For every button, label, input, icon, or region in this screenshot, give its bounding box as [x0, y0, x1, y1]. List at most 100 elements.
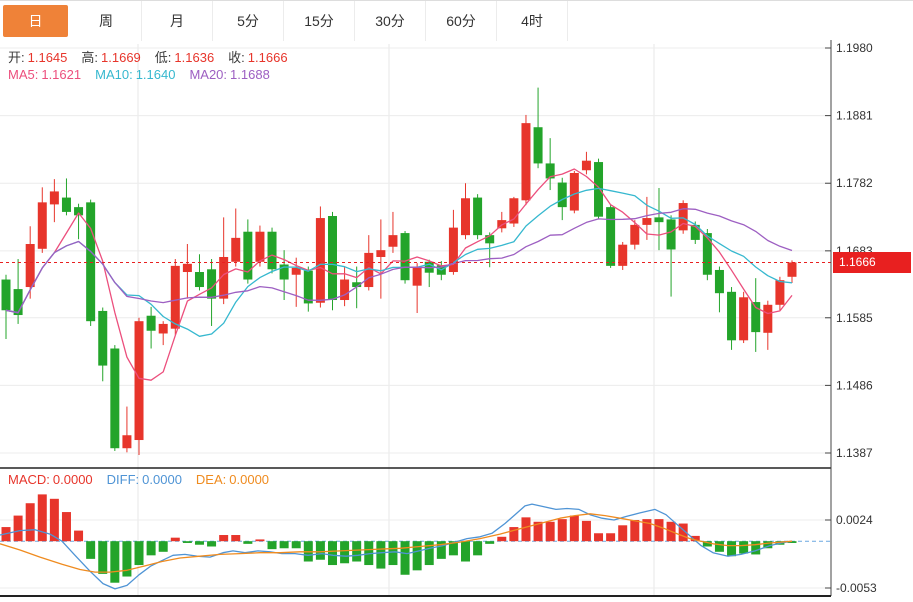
macd-bar	[401, 541, 410, 575]
candle-body	[231, 238, 240, 262]
macd-bar	[98, 541, 107, 574]
macd-value: 0.0000	[53, 472, 93, 487]
macd-bar	[497, 537, 506, 541]
candle-body	[667, 219, 676, 249]
ma-legend: MA5:1.1621MA10:1.1640MA20:1.1688	[8, 67, 284, 82]
y-axis-tick-label: 1.1585	[836, 311, 873, 325]
candle-body	[255, 232, 264, 262]
macd-bar	[147, 541, 156, 555]
candle-body	[775, 280, 784, 305]
ma10-label: MA10:	[95, 67, 133, 82]
candle-body	[401, 233, 410, 280]
macd-bar	[376, 541, 385, 568]
macd-bar	[280, 541, 289, 548]
candle-body	[171, 266, 180, 329]
candle-body	[62, 198, 71, 212]
candle-body	[413, 267, 422, 286]
macd-bar	[183, 541, 192, 543]
y-axis-tick-label: 1.1387	[836, 446, 873, 460]
ma5-line	[6, 169, 792, 380]
candle-body	[570, 173, 579, 211]
macd-bar	[594, 533, 603, 541]
macd-bar	[727, 541, 736, 556]
dea-label: DEA:	[196, 472, 226, 487]
diff-value: 0.0000	[142, 472, 182, 487]
candle-body	[521, 123, 530, 200]
macd-bar	[219, 535, 228, 541]
macd-bar	[630, 520, 639, 541]
macd-bar	[316, 541, 325, 560]
candle-body	[110, 349, 119, 449]
macd-bar	[521, 517, 530, 541]
macd-bar	[14, 516, 23, 542]
macd-bar	[292, 541, 301, 548]
macd-bar	[340, 541, 349, 563]
macd-bar	[461, 541, 470, 561]
candle-body	[630, 225, 639, 245]
candle-body	[38, 202, 47, 248]
ohlc-legend: 开:1.1645高:1.1669低:1.1636收:1.1666	[8, 47, 302, 66]
ma20-label: MA20:	[189, 67, 227, 82]
macd-bar	[715, 541, 724, 552]
macd-bar	[38, 494, 47, 541]
ma20-value: 1.1688	[230, 67, 270, 82]
macd-bar	[654, 519, 663, 541]
macd-bar	[207, 541, 216, 546]
ma5-label: MA5:	[8, 67, 38, 82]
open-value: 1.1645	[28, 50, 68, 65]
low-value: 1.1636	[174, 50, 214, 65]
macd-bar	[171, 538, 180, 542]
candle-body	[340, 280, 349, 300]
candle-body	[606, 207, 615, 266]
high-label: 高:	[81, 50, 98, 65]
macd-bar	[243, 541, 252, 544]
candle-body	[183, 264, 192, 272]
macd-bar	[231, 535, 240, 541]
macd-bar	[74, 531, 83, 542]
macd-bar	[570, 516, 579, 542]
macd-bar	[255, 539, 264, 541]
candle-body	[268, 232, 277, 270]
close-label: 收:	[228, 50, 245, 65]
ma10-value: 1.1640	[136, 67, 176, 82]
y-axis-tick-label: 1.1980	[836, 41, 873, 55]
macd-bar	[546, 522, 555, 541]
y-axis-tick-label: 1.1782	[836, 176, 873, 190]
candle-body	[98, 311, 107, 366]
chart-canvas[interactable]: 1.19801.18811.17821.16831.15851.14861.13…	[0, 0, 913, 602]
candle-body	[461, 198, 470, 235]
candle-body	[50, 191, 59, 204]
macd-bar	[388, 541, 397, 565]
candle-body	[703, 233, 712, 275]
macd-legend: MACD:0.0000DIFF:0.0000DEA:0.0000	[8, 472, 283, 487]
y-axis-tick-label: 1.1881	[836, 109, 873, 123]
candle-body	[473, 198, 482, 236]
candle-body	[654, 217, 663, 222]
high-value: 1.1669	[101, 50, 141, 65]
macd-bar	[558, 519, 567, 541]
candle-body	[328, 216, 337, 300]
macd-bar	[413, 541, 422, 570]
macd-bar	[86, 541, 95, 559]
candle-body	[388, 235, 397, 247]
macd-bar	[268, 541, 277, 549]
candle-body	[763, 305, 772, 333]
macd-bar	[195, 541, 204, 545]
macd-bar	[618, 525, 627, 541]
macd-bar	[606, 533, 615, 541]
candle-body	[14, 289, 23, 315]
candle-body	[135, 321, 144, 440]
macd-bar	[62, 512, 71, 541]
open-label: 开:	[8, 50, 25, 65]
candle-body	[122, 435, 131, 448]
macd-axis-tick-label: -0.0053	[836, 581, 877, 595]
candle-body	[739, 297, 748, 340]
candle-body	[147, 316, 156, 331]
candle-body	[86, 202, 95, 321]
macd-bar	[751, 541, 760, 554]
macd-bar	[26, 503, 35, 541]
diff-label: DIFF:	[107, 472, 140, 487]
trading-chart-app: 日周月5分15分30分60分4时 1.19801.18811.17821.168…	[0, 0, 913, 602]
macd-bar	[582, 521, 591, 541]
macd-bar	[473, 541, 482, 555]
